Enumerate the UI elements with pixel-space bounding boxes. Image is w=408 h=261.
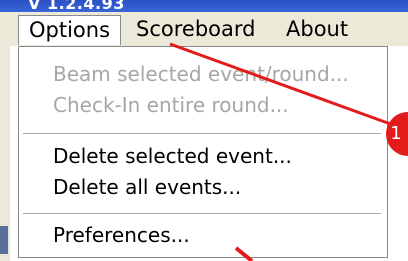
annotation-overlay	[169, 42, 408, 261]
annotation-badge-number: 1	[390, 123, 402, 144]
annotation-arrow-line-lower	[234, 246, 254, 261]
annotation-arrow-line	[169, 42, 397, 128]
